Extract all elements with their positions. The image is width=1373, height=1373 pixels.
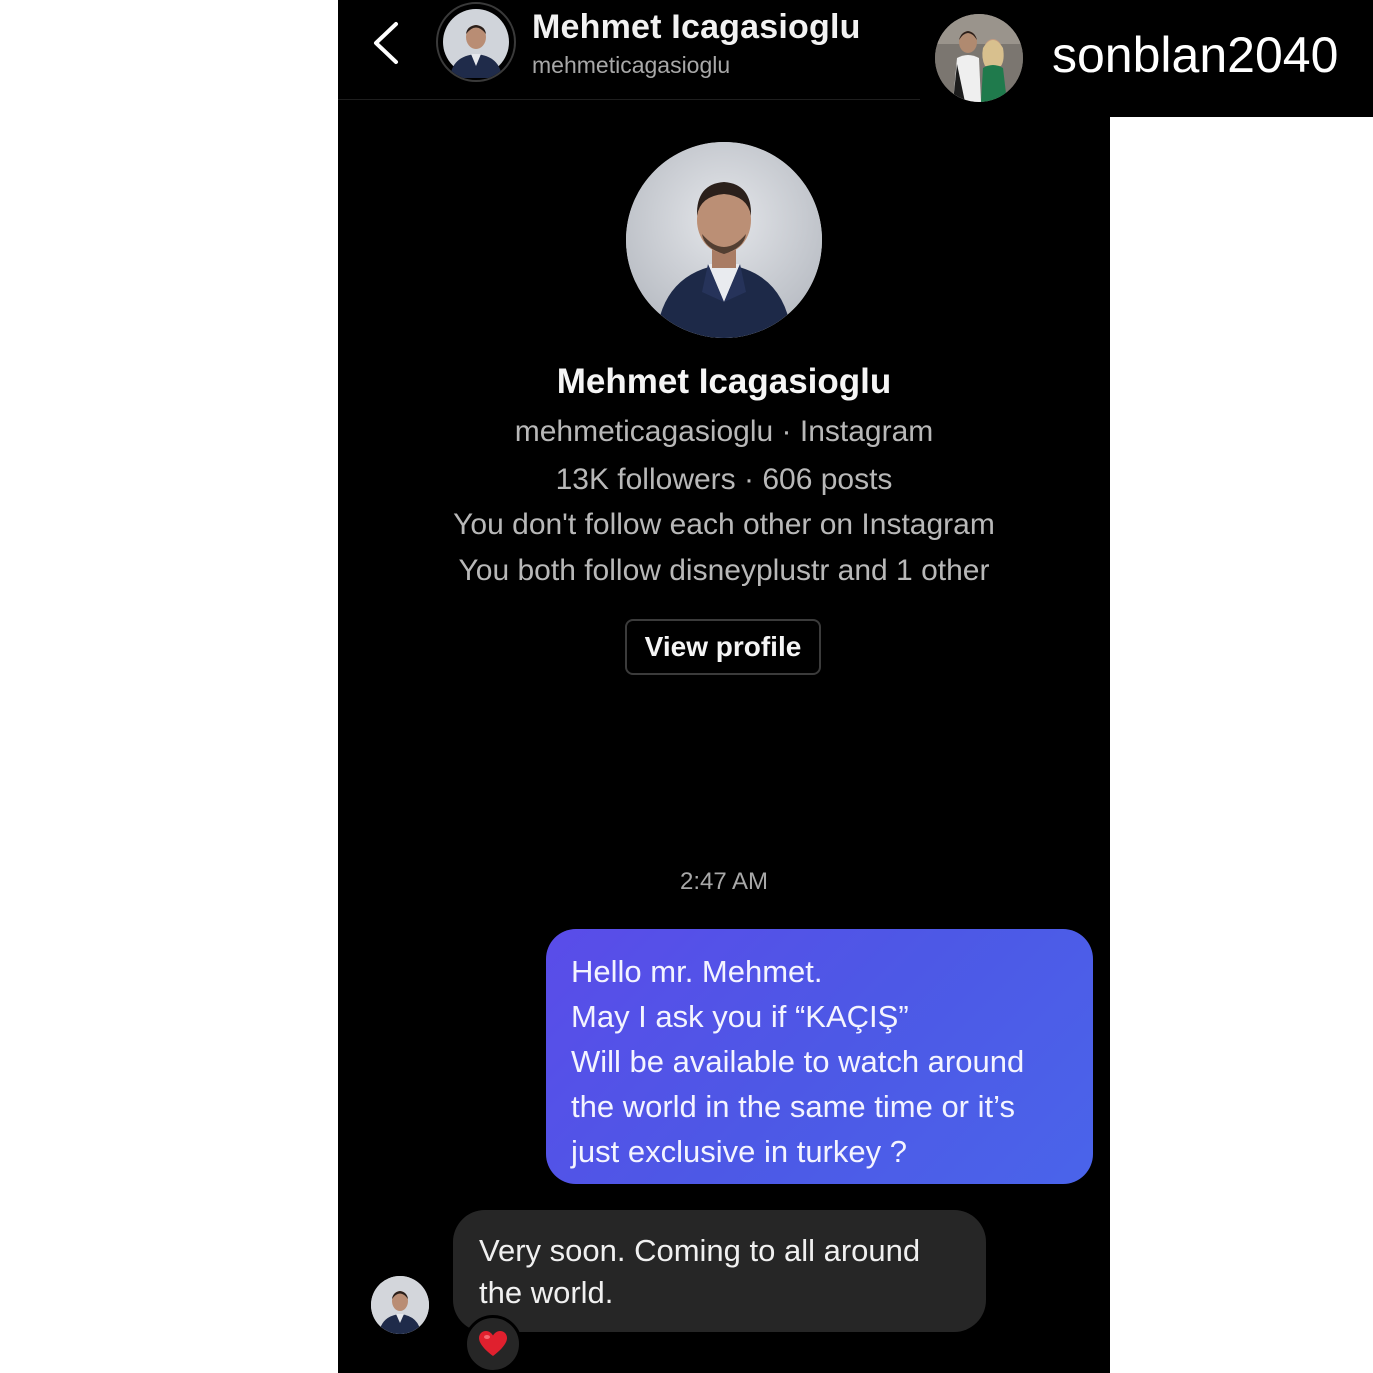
header-name[interactable]: Mehmet Icagasioglu	[532, 8, 861, 47]
header-handle: mehmeticagasioglu	[532, 52, 731, 78]
received-message-bubble[interactable]: Very soon. Coming to all around the worl…	[453, 1210, 986, 1332]
sender-avatar[interactable]	[371, 1276, 429, 1334]
repost-username[interactable]: sonblan2040	[1052, 26, 1338, 84]
sent-message-line: May I ask you if “KAÇIŞ”	[571, 999, 909, 1034]
instagram-dm-screen: Mehmet Icagasioglu mehmeticagasioglu Meh…	[338, 0, 1110, 1373]
sent-message-line: Will be available to watch around	[571, 1044, 1025, 1079]
sent-message-line: the world in the same time or it’s	[571, 1089, 1015, 1124]
chat-header: Mehmet Icagasioglu mehmeticagasioglu	[338, 0, 920, 100]
profile-stats: 13K followers · 606 posts	[555, 463, 893, 496]
received-message-line: Very soon. Coming to all around	[479, 1233, 921, 1268]
message-timestamp: 2:47 AM	[679, 868, 769, 895]
mutual-follows: You both follow disneyplustr and 1 other	[458, 554, 990, 587]
follow-status: You don't follow each other on Instagram	[453, 508, 995, 541]
repost-avatar[interactable]	[935, 14, 1023, 102]
heart-reaction[interactable]	[464, 1315, 522, 1373]
sent-message-line: just exclusive in turkey ?	[571, 1134, 907, 1169]
view-profile-button[interactable]: View profile	[625, 619, 821, 675]
heart-icon	[479, 1331, 507, 1356]
profile-name: Mehmet Icagasioglu	[556, 362, 892, 401]
chevron-left-icon	[374, 22, 398, 64]
sent-message-line: Hello mr. Mehmet.	[571, 954, 823, 989]
profile-source-line: mehmeticagasioglu · Instagram	[514, 415, 934, 448]
received-message-line: the world.	[479, 1275, 614, 1310]
profile-avatar[interactable]	[626, 142, 822, 338]
back-button[interactable]	[368, 20, 408, 66]
sent-message-bubble[interactable]: Hello mr. Mehmet. May I ask you if “KAÇI…	[546, 929, 1093, 1184]
header-avatar[interactable]	[436, 2, 516, 82]
repost-attribution: sonblan2040	[920, 0, 1373, 117]
